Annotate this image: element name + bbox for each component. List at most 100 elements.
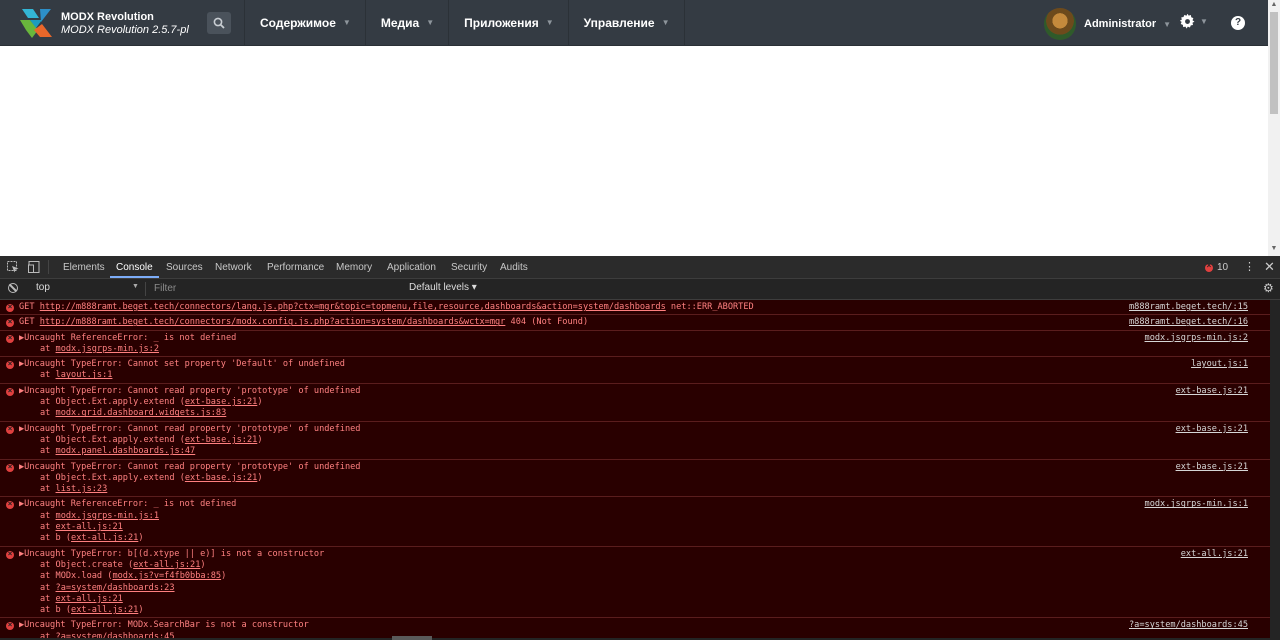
nav-content[interactable]: Содержимое ▼ (244, 0, 365, 45)
tab-security[interactable]: Security (451, 256, 487, 278)
page-scrollbar[interactable]: ▲ ▼ (1268, 0, 1280, 256)
tab-audits[interactable]: Audits (500, 256, 528, 278)
tab-application[interactable]: Application (387, 256, 436, 278)
source-link[interactable]: modx.jsgrps-min.js:1 (1145, 499, 1248, 510)
message-text: ▶Uncaught TypeError: Cannot read propert… (19, 386, 1270, 397)
scroll-up-icon[interactable]: ▲ (1268, 0, 1280, 10)
stack-frame-link[interactable]: ext-base.js:21 (185, 473, 257, 483)
stack-frame-link[interactable]: ext-all.js:21 (56, 594, 123, 604)
console-error-message[interactable]: ▶Uncaught ReferenceError: _ is not defin… (0, 330, 1270, 358)
source-link[interactable]: m888ramt.beget.tech/:15 (1129, 302, 1248, 313)
tab-memory[interactable]: Memory (336, 256, 372, 278)
devtools-panel: Elements Console Sources Network Perform… (0, 256, 1280, 640)
nav-manage[interactable]: Управление ▼ (567, 0, 685, 45)
brand-version: MODX Revolution 2.5.7-pl (61, 24, 189, 36)
stack-frame-prefix: at (40, 446, 56, 457)
source-link[interactable]: ?a=system/dashboards:45 (1129, 620, 1248, 631)
filter-input[interactable]: Filter (150, 281, 404, 296)
modx-logo-icon[interactable] (20, 8, 52, 38)
error-icon (6, 619, 14, 631)
request-url-link[interactable]: http://m888ramt.beget.tech/connectors/mo… (40, 317, 506, 327)
request-status: net::ERR_ABORTED (665, 302, 754, 312)
user-menu[interactable]: Administrator ▼ (1044, 8, 1171, 40)
nav-apps[interactable]: Приложения ▼ (448, 0, 568, 45)
stack-frame-link[interactable]: modx.jsgrps-min.js:2 (56, 344, 159, 354)
tab-sources[interactable]: Sources (166, 256, 203, 278)
source-link[interactable]: ext-base.js:21 (1176, 462, 1248, 473)
console-error-message[interactable]: ▶Uncaught TypeError: b[(d.xtype || e)] i… (0, 546, 1270, 619)
tab-console[interactable]: Console (110, 256, 159, 278)
source-link[interactable]: m888ramt.beget.tech/:16 (1129, 317, 1248, 328)
inspect-icon[interactable] (7, 261, 19, 273)
stack-frame-prefix: at (40, 593, 56, 604)
search-button[interactable] (207, 12, 231, 34)
stack-frame-link[interactable]: modx.panel.dashboards.js:47 (56, 446, 196, 456)
stack-frame-link[interactable]: ext-base.js:21 (185, 435, 257, 445)
console-error-message[interactable]: ▶Uncaught TypeError: Cannot set property… (0, 357, 1270, 384)
stack-frame: at modx.jsgrps-min.js:1 (40, 511, 1270, 522)
tab-elements[interactable]: Elements (63, 256, 105, 278)
message-text: ▶Uncaught TypeError: b[(d.xtype || e)] i… (19, 549, 1270, 560)
modx-header: MODX Revolution MODX Revolution 2.5.7-pl… (0, 0, 1268, 46)
close-icon[interactable]: ✕ (1264, 259, 1275, 275)
stack-frame-suffix: ) (257, 472, 263, 483)
main-nav: Содержимое ▼ Медиа ▼ Приложения ▼ Управлени… (244, 0, 685, 45)
context-selector[interactable]: top (36, 282, 50, 293)
stack-frame-link[interactable]: ext-all.js:21 (133, 560, 200, 570)
console-error-message[interactable]: GET http://m888ramt.beget.tech/connector… (0, 300, 1270, 316)
source-link[interactable]: ext-base.js:21 (1176, 424, 1248, 435)
console-error-message[interactable]: ▶Uncaught TypeError: MODx.SearchBar is n… (0, 618, 1270, 638)
stack-frame-prefix: at (40, 343, 56, 354)
console-error-message[interactable]: ▶Uncaught TypeError: Cannot read propert… (0, 421, 1270, 460)
message-summary: GET (19, 302, 40, 312)
stack-frame-link[interactable]: ?a=system/dashboards:45 (56, 632, 175, 638)
stack-frame-prefix: at Object.Ext.apply.extend ( (40, 472, 185, 483)
stack-frame: at list.js:23 (40, 484, 1270, 495)
more-menu-icon[interactable]: ⋮ (1244, 260, 1255, 273)
console-error-message[interactable]: ▶Uncaught TypeError: Cannot read propert… (0, 383, 1270, 422)
tab-performance[interactable]: Performance (267, 256, 324, 278)
stack-frame-link[interactable]: ext-all.js:21 (71, 605, 138, 615)
stack-frame-suffix: ) (200, 559, 206, 570)
console-error-message[interactable]: ▶Uncaught ReferenceError: _ is not defin… (0, 497, 1270, 547)
source-link[interactable]: layout.js:1 (1191, 359, 1248, 370)
stack-frame-link[interactable]: modx.jsgrps-min.js:1 (56, 511, 159, 521)
nav-media[interactable]: Медиа ▼ (364, 0, 448, 45)
stack-frame-link[interactable]: modx.grid.dashboard.widgets.js:83 (56, 408, 227, 418)
stack-frame-link[interactable]: layout.js:1 (56, 370, 113, 380)
stack-frame-link[interactable]: ext-base.js:21 (185, 397, 257, 407)
clear-console-icon[interactable] (8, 283, 18, 293)
stack-frame-link[interactable]: ?a=system/dashboards:23 (56, 583, 175, 593)
stack-frame-link[interactable]: modx.js?v=f4fb0bba:85 (112, 571, 221, 581)
message-text: GET http://m888ramt.beget.tech/connector… (19, 317, 1270, 328)
source-link[interactable]: modx.jsgrps-min.js:2 (1145, 333, 1248, 344)
stack-frame-link[interactable]: ext-all.js:21 (56, 522, 123, 532)
stack-frame-link[interactable]: ext-all.js:21 (71, 533, 138, 543)
scroll-down-icon[interactable]: ▼ (1268, 244, 1280, 254)
request-url-link[interactable]: http://m888ramt.beget.tech/connectors/la… (40, 302, 666, 312)
settings-menu[interactable]: ▼ (1180, 14, 1208, 29)
help-icon[interactable]: ? (1231, 16, 1245, 30)
log-levels-dropdown[interactable]: Default levels ▾ (409, 282, 477, 293)
message-summary: ▶Uncaught TypeError: b[(d.xtype || e)] i… (19, 548, 325, 559)
stack-frame: at Object.Ext.apply.extend (ext-base.js:… (40, 435, 1270, 446)
device-toolbar-icon[interactable] (28, 261, 40, 273)
stack-frame-prefix: at (40, 510, 56, 521)
console-scrollbar[interactable] (1270, 300, 1280, 638)
devtools-tabbar: Elements Console Sources Network Perform… (0, 256, 1280, 279)
source-link[interactable]: ext-all.js:21 (1181, 549, 1248, 560)
source-link[interactable]: ext-base.js:21 (1176, 386, 1248, 397)
gear-icon[interactable]: ⚙ (1263, 281, 1274, 295)
gear-icon (1180, 14, 1195, 29)
scrollbar-thumb[interactable] (1270, 12, 1278, 114)
console-error-message[interactable]: GET http://m888ramt.beget.tech/connector… (0, 315, 1270, 331)
stack-frame-link[interactable]: list.js:23 (56, 484, 108, 494)
horizontal-scrollbar-thumb[interactable] (392, 636, 432, 640)
request-status: 404 (Not Found) (505, 317, 589, 328)
console-error-message[interactable]: ▶Uncaught TypeError: Cannot read propert… (0, 459, 1270, 498)
tab-network[interactable]: Network (215, 256, 252, 278)
error-counter[interactable]: 10 (1205, 261, 1228, 273)
chevron-down-icon: ▼ (342, 18, 351, 27)
message-text: ▶Uncaught ReferenceError: _ is not defin… (19, 333, 1270, 344)
message-text: ▶Uncaught TypeError: Cannot set property… (19, 359, 1270, 370)
